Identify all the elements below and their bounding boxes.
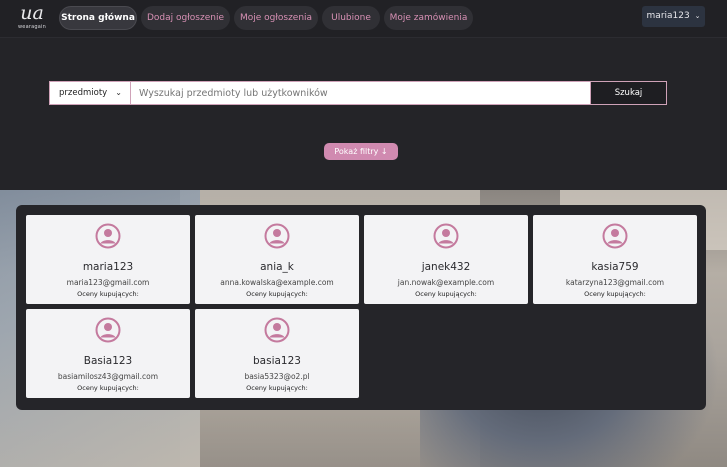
app-logo[interactable]: ua wearagain	[14, 2, 50, 34]
user-email: katarzyna123@gmail.com	[565, 278, 665, 287]
user-avatar-icon	[95, 223, 121, 249]
search-button[interactable]: Szukaj	[590, 81, 667, 105]
buyer-ratings-label: Oceny kupujących:	[77, 384, 139, 392]
search-input[interactable]	[130, 81, 591, 105]
user-card[interactable]: janek432 jan.nowak@example.com Oceny kup…	[364, 215, 528, 304]
show-filters-button[interactable]: Pokaż filtry ↓	[324, 143, 398, 160]
chevron-down-icon: ⌄	[115, 88, 122, 97]
user-avatar-icon	[95, 317, 121, 343]
buyer-ratings-label: Oceny kupujących:	[246, 290, 308, 298]
nav-my-listings[interactable]: Moje ogłoszenia	[234, 6, 318, 30]
user-card[interactable]: ania_k anna.kowalska@example.com Oceny k…	[195, 215, 359, 304]
category-value: przedmioty	[59, 88, 108, 98]
user-avatar-icon	[602, 223, 628, 249]
logo-mark: ua	[20, 2, 44, 24]
chevron-down-icon: ⌄	[694, 12, 701, 20]
user-card[interactable]: maria123 maria123@gmail.com Oceny kupują…	[26, 215, 190, 304]
top-navbar: ua wearagain Strona główna Dodaj ogłosze…	[0, 0, 727, 38]
username: basia123	[253, 355, 301, 367]
buyer-ratings-label: Oceny kupujących:	[246, 384, 308, 392]
user-card[interactable]: basia123 basia5323@o2.pl Oceny kupującyc…	[195, 309, 359, 398]
user-email: jan.nowak@example.com	[397, 278, 495, 287]
user-email: maria123@gmail.com	[66, 278, 150, 287]
buyer-ratings-label: Oceny kupujących:	[415, 290, 477, 298]
username: maria123	[82, 261, 134, 273]
user-card[interactable]: kasia759 katarzyna123@gmail.com Oceny ku…	[533, 215, 697, 304]
user-menu-label: maria123	[646, 11, 690, 21]
user-email: basia5323@o2.pl	[244, 372, 310, 381]
user-email: basiamilosz43@gmail.com	[57, 372, 159, 381]
username: janek432	[421, 261, 471, 273]
user-menu-button[interactable]: maria123 ⌄	[642, 6, 705, 27]
buyer-ratings-label: Oceny kupujących:	[584, 290, 646, 298]
user-card[interactable]: Basia123 basiamilosz43@gmail.com Oceny k…	[26, 309, 190, 398]
nav-favorites[interactable]: Ulubione	[322, 6, 380, 30]
user-email: anna.kowalska@example.com	[220, 278, 334, 287]
user-avatar-icon	[264, 223, 290, 249]
user-avatar-icon	[433, 223, 459, 249]
nav-my-orders[interactable]: Moje zamówienia	[384, 6, 473, 30]
username: Basia123	[83, 355, 133, 367]
category-select[interactable]: przedmioty ⌄	[49, 81, 131, 105]
nav-add-listing[interactable]: Dodaj ogłoszenie	[141, 6, 230, 30]
username: ania_k	[260, 261, 294, 273]
search-section: przedmioty ⌄ Szukaj Pokaż filtry ↓	[0, 38, 727, 190]
user-results-panel: maria123 maria123@gmail.com Oceny kupują…	[16, 205, 706, 410]
nav-home[interactable]: Strona główna	[59, 6, 137, 30]
user-avatar-icon	[264, 317, 290, 343]
logo-text: wearagain	[18, 24, 46, 30]
username: kasia759	[591, 261, 639, 273]
buyer-ratings-label: Oceny kupujących:	[77, 290, 139, 298]
